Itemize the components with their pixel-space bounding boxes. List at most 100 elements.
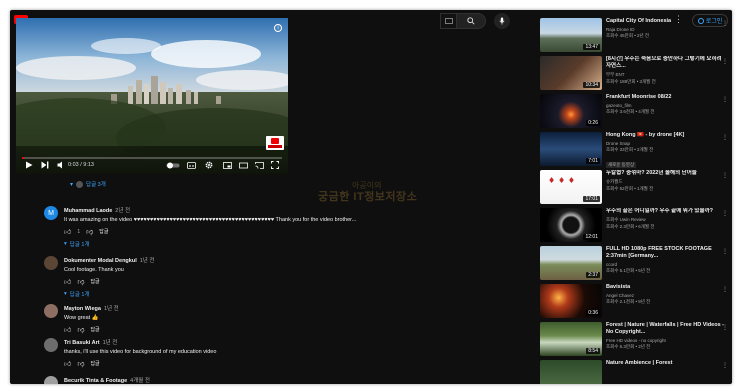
video-thumbnail[interactable]: 8:54: [540, 322, 602, 356]
comment-time[interactable]: 1년 전: [104, 306, 119, 312]
recommended-video[interactable]: 2:37 FULL HD 1080p FREE STOCK FOOTAGE 2:3…: [540, 246, 728, 280]
like-icon[interactable]: 👍︎: [64, 359, 71, 368]
reply-button[interactable]: 답글: [99, 228, 108, 235]
play-icon[interactable]: [24, 160, 34, 170]
channel-name[interactable]: gazeoto_film: [606, 103, 726, 108]
fullscreen-icon[interactable]: [270, 160, 280, 170]
volume-icon[interactable]: [56, 160, 66, 170]
channel-watermark-icon[interactable]: [266, 136, 284, 150]
more-options-icon[interactable]: ⋮: [722, 362, 728, 369]
comment-time[interactable]: 1년 전: [140, 258, 155, 264]
video-title[interactable]: 우주의 끝은 어디일까? 우주 끝에 뭐가 있을까?: [606, 208, 726, 215]
video-thumbnail[interactable]: ♦ ♦ ♦ 17:01: [540, 170, 602, 204]
theater-mode-icon[interactable]: [238, 160, 248, 170]
channel-name[interactable]: 부부 ENT: [606, 72, 726, 78]
video-thumbnail[interactable]: 13:47: [540, 18, 602, 52]
video-title[interactable]: Nature Ambience | Forest: [606, 360, 726, 367]
dislike-icon[interactable]: 👎︎: [77, 277, 84, 286]
channel-name[interactable]: 슈카월드: [606, 179, 726, 185]
comment-author[interactable]: Dokumenter Modal Dengkul: [64, 258, 137, 264]
avatar[interactable]: M: [44, 206, 58, 220]
comment-text: It was amazing on the video ♥♥♥♥♥♥♥♥♥♥♥♥…: [64, 217, 357, 223]
video-meta: 조회수 33만회 • 2개월 전: [606, 147, 654, 152]
avatar[interactable]: [44, 256, 58, 270]
video-title[interactable]: FULL HD 1080p FREE STOCK FOOTAGE 2:37min…: [606, 246, 726, 260]
like-count: 1: [77, 228, 81, 235]
info-icon[interactable]: i: [274, 24, 282, 32]
autoplay-toggle[interactable]: [166, 160, 180, 170]
like-icon[interactable]: 👍︎: [64, 325, 71, 334]
reply-button[interactable]: 답글: [90, 278, 99, 285]
cast-icon[interactable]: [254, 160, 264, 170]
view-replies-button[interactable]: ▾ 답글 3개: [70, 180, 106, 188]
channel-name[interactable]: Free HD videos - no copyright: [606, 338, 726, 343]
recommended-video[interactable]: Nature Ambience | Forest ⋮: [540, 360, 728, 384]
video-player[interactable]: i 0:03 / 9:13: [16, 18, 288, 174]
channel-name[interactable]: 조회수 Uwin Review: [606, 217, 726, 223]
channel-name[interactable]: Angel Chavez: [606, 293, 726, 298]
dislike-icon[interactable]: 👎︎: [86, 227, 93, 236]
recommended-video[interactable]: 0:26 Frankfurt Moonrise 08/22 gazeoto_film…: [540, 94, 728, 128]
more-options-icon[interactable]: ⋮: [722, 248, 728, 255]
next-icon[interactable]: [40, 160, 50, 170]
dislike-icon[interactable]: 👎︎: [77, 325, 84, 334]
recommended-video[interactable]: 8:54 Forest | Nature | Waterfalls | Free …: [540, 322, 728, 356]
video-thumbnail[interactable]: 2:37: [540, 246, 602, 280]
avatar[interactable]: [44, 304, 58, 318]
video-title[interactable]: Bavisista: [606, 284, 726, 291]
video-title[interactable]: Forest | Nature | Waterfalls | Free HD V…: [606, 322, 726, 336]
video-thumbnail[interactable]: [540, 360, 602, 384]
more-options-icon[interactable]: ⋮: [722, 324, 728, 331]
comment-author[interactable]: Mayton Wiega: [64, 306, 101, 312]
more-options-icon[interactable]: ⋮: [722, 134, 728, 141]
comment-author[interactable]: Tri Basuki Art: [64, 340, 100, 346]
avatar[interactable]: [44, 338, 58, 352]
comment-time[interactable]: 1년 전: [103, 340, 118, 346]
like-icon[interactable]: 👍︎: [64, 227, 71, 236]
dislike-icon[interactable]: 👎︎: [77, 359, 84, 368]
duration-badge: 8:54: [586, 348, 600, 354]
recommended-video[interactable]: 10:34 [8시간] 우주는 죽음으로 충만하다 그렇기에 오히려 자연스...…: [540, 56, 728, 90]
channel-name[interactable]: Raja Drone ID: [606, 27, 726, 32]
channel-name[interactable]: Drone Snap: [606, 141, 726, 146]
channel-name[interactable]: ccord: [606, 262, 726, 267]
reply-button[interactable]: 답글: [90, 360, 99, 367]
recommended-video[interactable]: 13:47 Capital City Of Indonesia Raja Drone…: [540, 18, 728, 52]
reply-button[interactable]: 답글: [90, 326, 99, 333]
comment-author[interactable]: Becurik Tinta & Footage: [64, 378, 127, 384]
view-replies-button[interactable]: ▾ 답글 1개: [64, 290, 504, 298]
comment-time[interactable]: 4개월 전: [130, 378, 150, 384]
video-title[interactable]: [8시간] 우주는 죽음으로 충만하다 그렇기에 오히려 자연스...: [606, 56, 726, 70]
comment-time[interactable]: 2년 전: [115, 208, 130, 214]
more-options-icon[interactable]: ⋮: [722, 58, 728, 65]
video-thumbnail[interactable]: 12:01: [540, 208, 602, 242]
miniplayer-icon[interactable]: [222, 160, 232, 170]
more-options-icon[interactable]: ⋮: [722, 20, 728, 27]
avatar[interactable]: [44, 376, 58, 384]
recommended-video[interactable]: 0:36 Bavisista Angel Chavez 조회수 2.1천회 • 8년 …: [540, 284, 728, 318]
video-title[interactable]: 누칼협? 중꺾마? 2022년 올해의 단어들: [606, 170, 726, 177]
settings-icon[interactable]: [204, 160, 214, 170]
more-options-icon[interactable]: ⋮: [722, 96, 728, 103]
keyboard-icon[interactable]: [440, 13, 456, 29]
comment-author[interactable]: Muhammad Laode: [64, 208, 112, 214]
video-thumbnail[interactable]: 10:34: [540, 56, 602, 90]
search-button[interactable]: [456, 13, 486, 29]
like-icon[interactable]: 👍︎: [64, 277, 71, 286]
recommended-video[interactable]: 12:01 우주의 끝은 어디일까? 우주 끝에 뭐가 있을까? 조회수 Uwin …: [540, 208, 728, 242]
video-thumbnail[interactable]: 0:36: [540, 284, 602, 318]
video-title[interactable]: Capital City Of Indonesia: [606, 18, 726, 25]
video-thumbnail[interactable]: 7:01: [540, 132, 602, 166]
video-title[interactable]: Frankfurt Moonrise 08/22: [606, 94, 726, 101]
more-options-icon[interactable]: ⋮: [722, 172, 728, 179]
voice-search-button[interactable]: [494, 13, 510, 29]
subtitles-icon[interactable]: [186, 160, 196, 170]
video-meta: 조회수 52만회 • 1개월 전: [606, 186, 654, 191]
more-options-icon[interactable]: ⋮: [722, 286, 728, 293]
video-thumbnail[interactable]: 0:26: [540, 94, 602, 128]
more-options-icon[interactable]: ⋮: [722, 210, 728, 217]
view-replies-button[interactable]: ▾ 답글 1개: [64, 240, 504, 248]
recommended-video[interactable]: ♦ ♦ ♦ 17:01 누칼협? 중꺾마? 2022년 올해의 단어들슈카월드 조회수…: [540, 170, 728, 204]
recommended-video[interactable]: 7:01 Hong Kong 🇭🇰 - by drone [4K] Drone Sn…: [540, 132, 728, 168]
video-title[interactable]: Hong Kong 🇭🇰 - by drone [4K]: [606, 132, 726, 139]
